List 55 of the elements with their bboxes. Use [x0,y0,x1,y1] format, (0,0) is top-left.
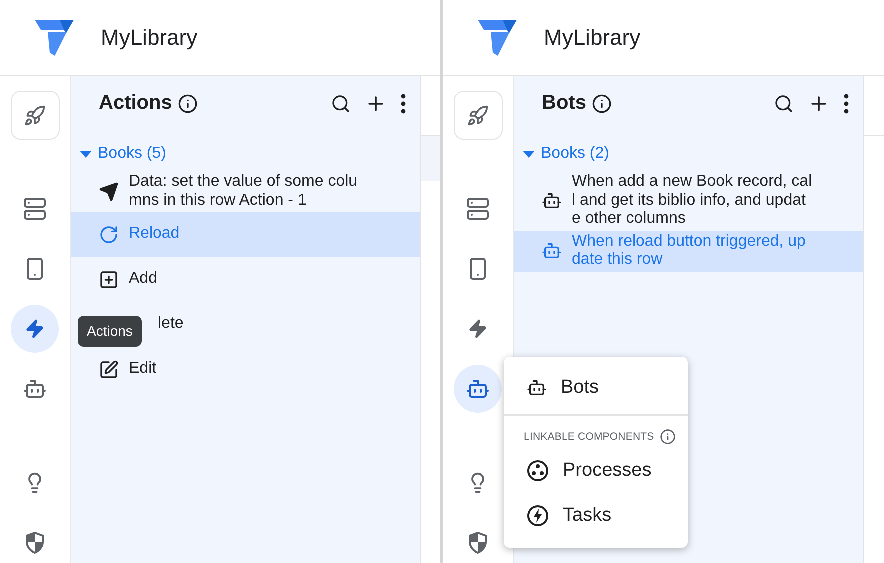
paper-plane-icon [99,182,119,202]
app-title: MyLibrary [544,24,641,50]
rail-button[interactable] [11,305,59,353]
panel-title: Actions [99,92,172,115]
menu-item[interactable]: Tasks [504,493,688,538]
robot-icon [23,377,47,401]
table-icon [466,197,490,221]
robot-icon [527,378,547,398]
panel-title: Bots [542,92,586,115]
shield-icon [468,532,488,554]
section-label: LINKABLE COMPONENTS [524,431,654,443]
group-header[interactable]: Books (2) [514,142,863,166]
dots-circle-icon [527,460,549,482]
more-button[interactable] [844,94,849,114]
info-icon [592,94,612,114]
add-icon [99,270,119,290]
edit-icon [99,360,119,380]
menu-item[interactable]: Bots [504,362,688,414]
group-header[interactable]: Books (5) [71,142,420,166]
bolt-icon [25,319,45,339]
rocket-icon [467,104,489,126]
bolt-icon [468,319,488,339]
info-button[interactable] [178,94,198,114]
shield-icon [25,532,45,554]
rail-button[interactable] [454,365,502,413]
list-item[interactable]: When add a new Book record, cal l and get its biblio info, and updat e other columns [514,171,863,230]
search-icon [331,94,351,114]
more-icon [401,94,406,114]
reload-icon [99,224,119,244]
info-icon [660,429,676,445]
caret-icon [523,150,535,158]
robot-icon [542,190,562,211]
info-button[interactable] [592,94,612,114]
rail-button[interactable] [10,91,60,140]
logo-icon [478,20,517,56]
menu-item[interactable]: Processes [504,448,688,493]
table-icon [23,197,47,221]
search-icon [774,94,794,114]
more-icon [844,94,849,114]
rail-button[interactable] [454,91,502,140]
rocket-icon [24,104,46,126]
more-button[interactable] [401,94,406,114]
robot-icon [542,241,562,261]
info-icon [178,94,198,114]
robot-icon [466,377,490,401]
search-button[interactable] [331,94,351,114]
search-button[interactable] [774,94,794,114]
list-item[interactable]: Add [71,257,420,302]
bolt-circle-icon [527,504,549,526]
logo-icon [35,20,74,56]
tooltip: Actions [78,316,142,347]
list-item[interactable]: Edit [71,347,420,392]
list-item[interactable]: Data: set the value of some colu mns in this row Action - 1 [71,171,420,212]
caret-icon [80,150,92,158]
app-title: MyLibrary [101,24,198,50]
